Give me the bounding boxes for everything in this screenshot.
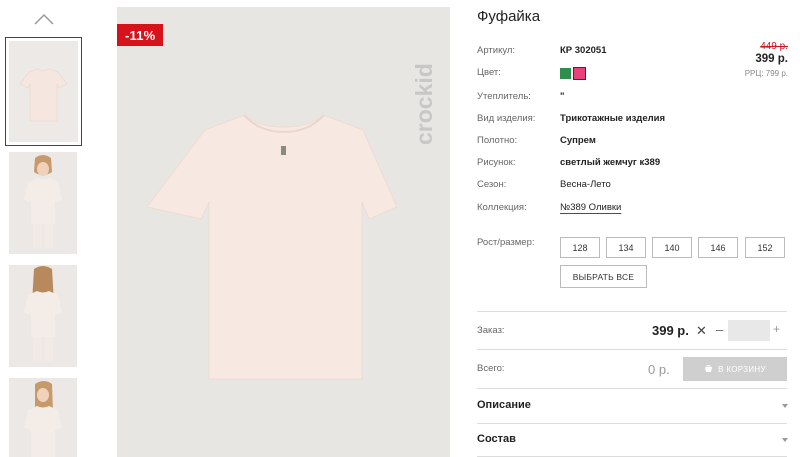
attr-label-item-type: Вид изделия: [477,113,536,124]
order-label: Заказ: [477,325,505,336]
size-option-152[interactable]: 152 [745,237,785,258]
divider [477,388,787,389]
attr-label-season: Сезон: [477,179,507,190]
total-label: Всего: [477,363,505,374]
thumbnail-model-front[interactable] [9,152,77,254]
quantity-decrement-button[interactable]: – [716,322,723,337]
attr-label-insulation: Утеплитель: [477,91,531,102]
product-info-panel: Фуфайка 449 р. 399 р. РРЦ: 799 р. Артику… [477,0,800,457]
attr-value-article: КР 302051 [560,45,607,56]
size-option-146[interactable]: 146 [698,237,738,258]
divider [477,311,787,312]
rrp-price: РРЦ: 799 р. [744,69,788,78]
thumbnail-model-back[interactable] [9,265,77,367]
attr-label-fabric: Полотно: [477,135,518,146]
quantity-increment-button[interactable]: + [773,322,780,336]
quantity-input[interactable] [728,320,770,341]
thumbnail-tshirt[interactable] [5,37,82,146]
attr-label-color: Цвет: [477,67,501,78]
order-unit-price: 399 р. [652,323,689,338]
size-label: Рост/размер: [477,237,535,248]
attr-value-fabric: Супрем [560,135,596,146]
attr-value-item-type: Трикотажные изделия [560,113,666,124]
divider [477,349,787,350]
total-value: 0 р. [648,362,670,377]
add-to-cart-label: В КОРЗИНУ [718,364,766,374]
attr-label-collection: Коллекция: [477,202,527,213]
chevron-down-icon[interactable] [782,404,788,408]
color-swatch-pink[interactable] [573,67,586,80]
thumbnail-model-side[interactable] [9,378,77,457]
current-price: 399 р. [755,53,788,65]
accordion-description[interactable]: Описание [477,399,531,411]
size-option-140[interactable]: 140 [652,237,692,258]
cart-icon [705,364,713,372]
size-option-128[interactable]: 128 [560,237,600,258]
color-swatch-green[interactable] [560,68,571,79]
old-price: 449 р. [760,41,788,52]
times-icon: ✕ [696,323,707,338]
size-option-134[interactable]: 134 [606,237,646,258]
product-main-image[interactable]: -11% crockid [117,7,450,457]
attr-value-insulation: " [560,91,565,102]
chevron-up-icon[interactable] [33,12,55,26]
product-title: Фуфайка [477,8,541,25]
chevron-down-icon[interactable] [782,438,788,442]
add-to-cart-button[interactable]: В КОРЗИНУ [683,357,787,381]
tshirt-image [146,114,398,380]
attr-label-pattern: Рисунок: [477,157,516,168]
collection-link[interactable]: №389 Оливки [560,202,621,213]
attr-value-pattern: светлый жемчуг к389 [560,157,661,168]
thumbnail-gallery [0,0,90,457]
attr-label-article: Артикул: [477,45,516,56]
accordion-composition[interactable]: Состав [477,433,516,445]
divider [477,423,787,424]
attr-value-season: Весна-Лето [560,179,611,190]
select-all-sizes-button[interactable]: ВЫБРАТЬ ВСЕ [560,265,647,288]
